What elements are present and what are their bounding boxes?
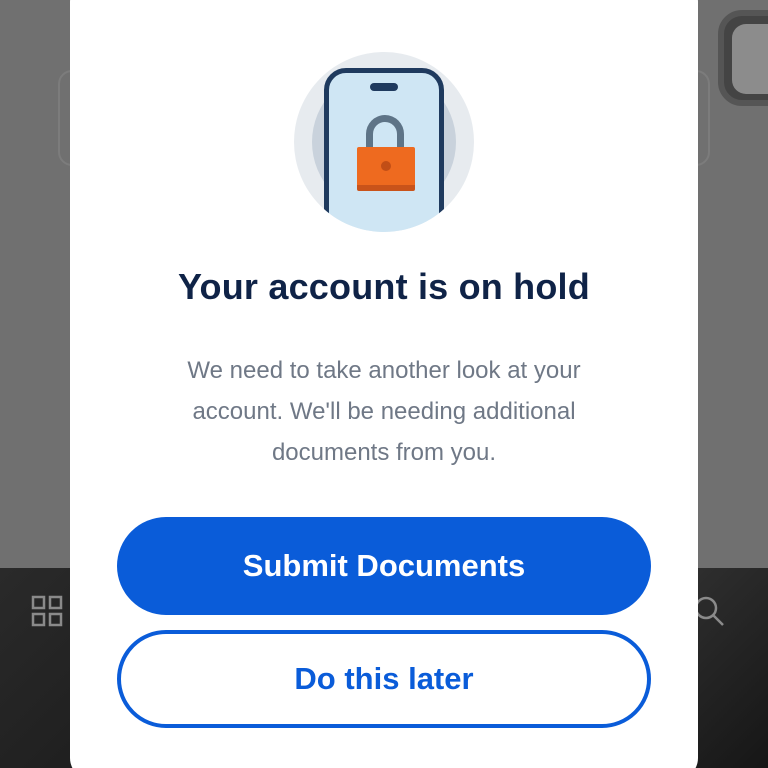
app-icon [718,10,768,106]
submit-documents-button[interactable]: Submit Documents [117,517,651,615]
dialog-message: We need to take another look at your acc… [187,357,581,466]
do-this-later-button[interactable]: Do this later [117,630,651,728]
dialog-title: Your account is on hold [178,266,590,307]
grid-icon [31,595,63,627]
account-hold-dialog: Your account is on hold We need to take … [70,0,698,768]
lock-icon [357,147,415,191]
phone-illustration [324,68,444,232]
phone-lock-icon [294,52,474,232]
